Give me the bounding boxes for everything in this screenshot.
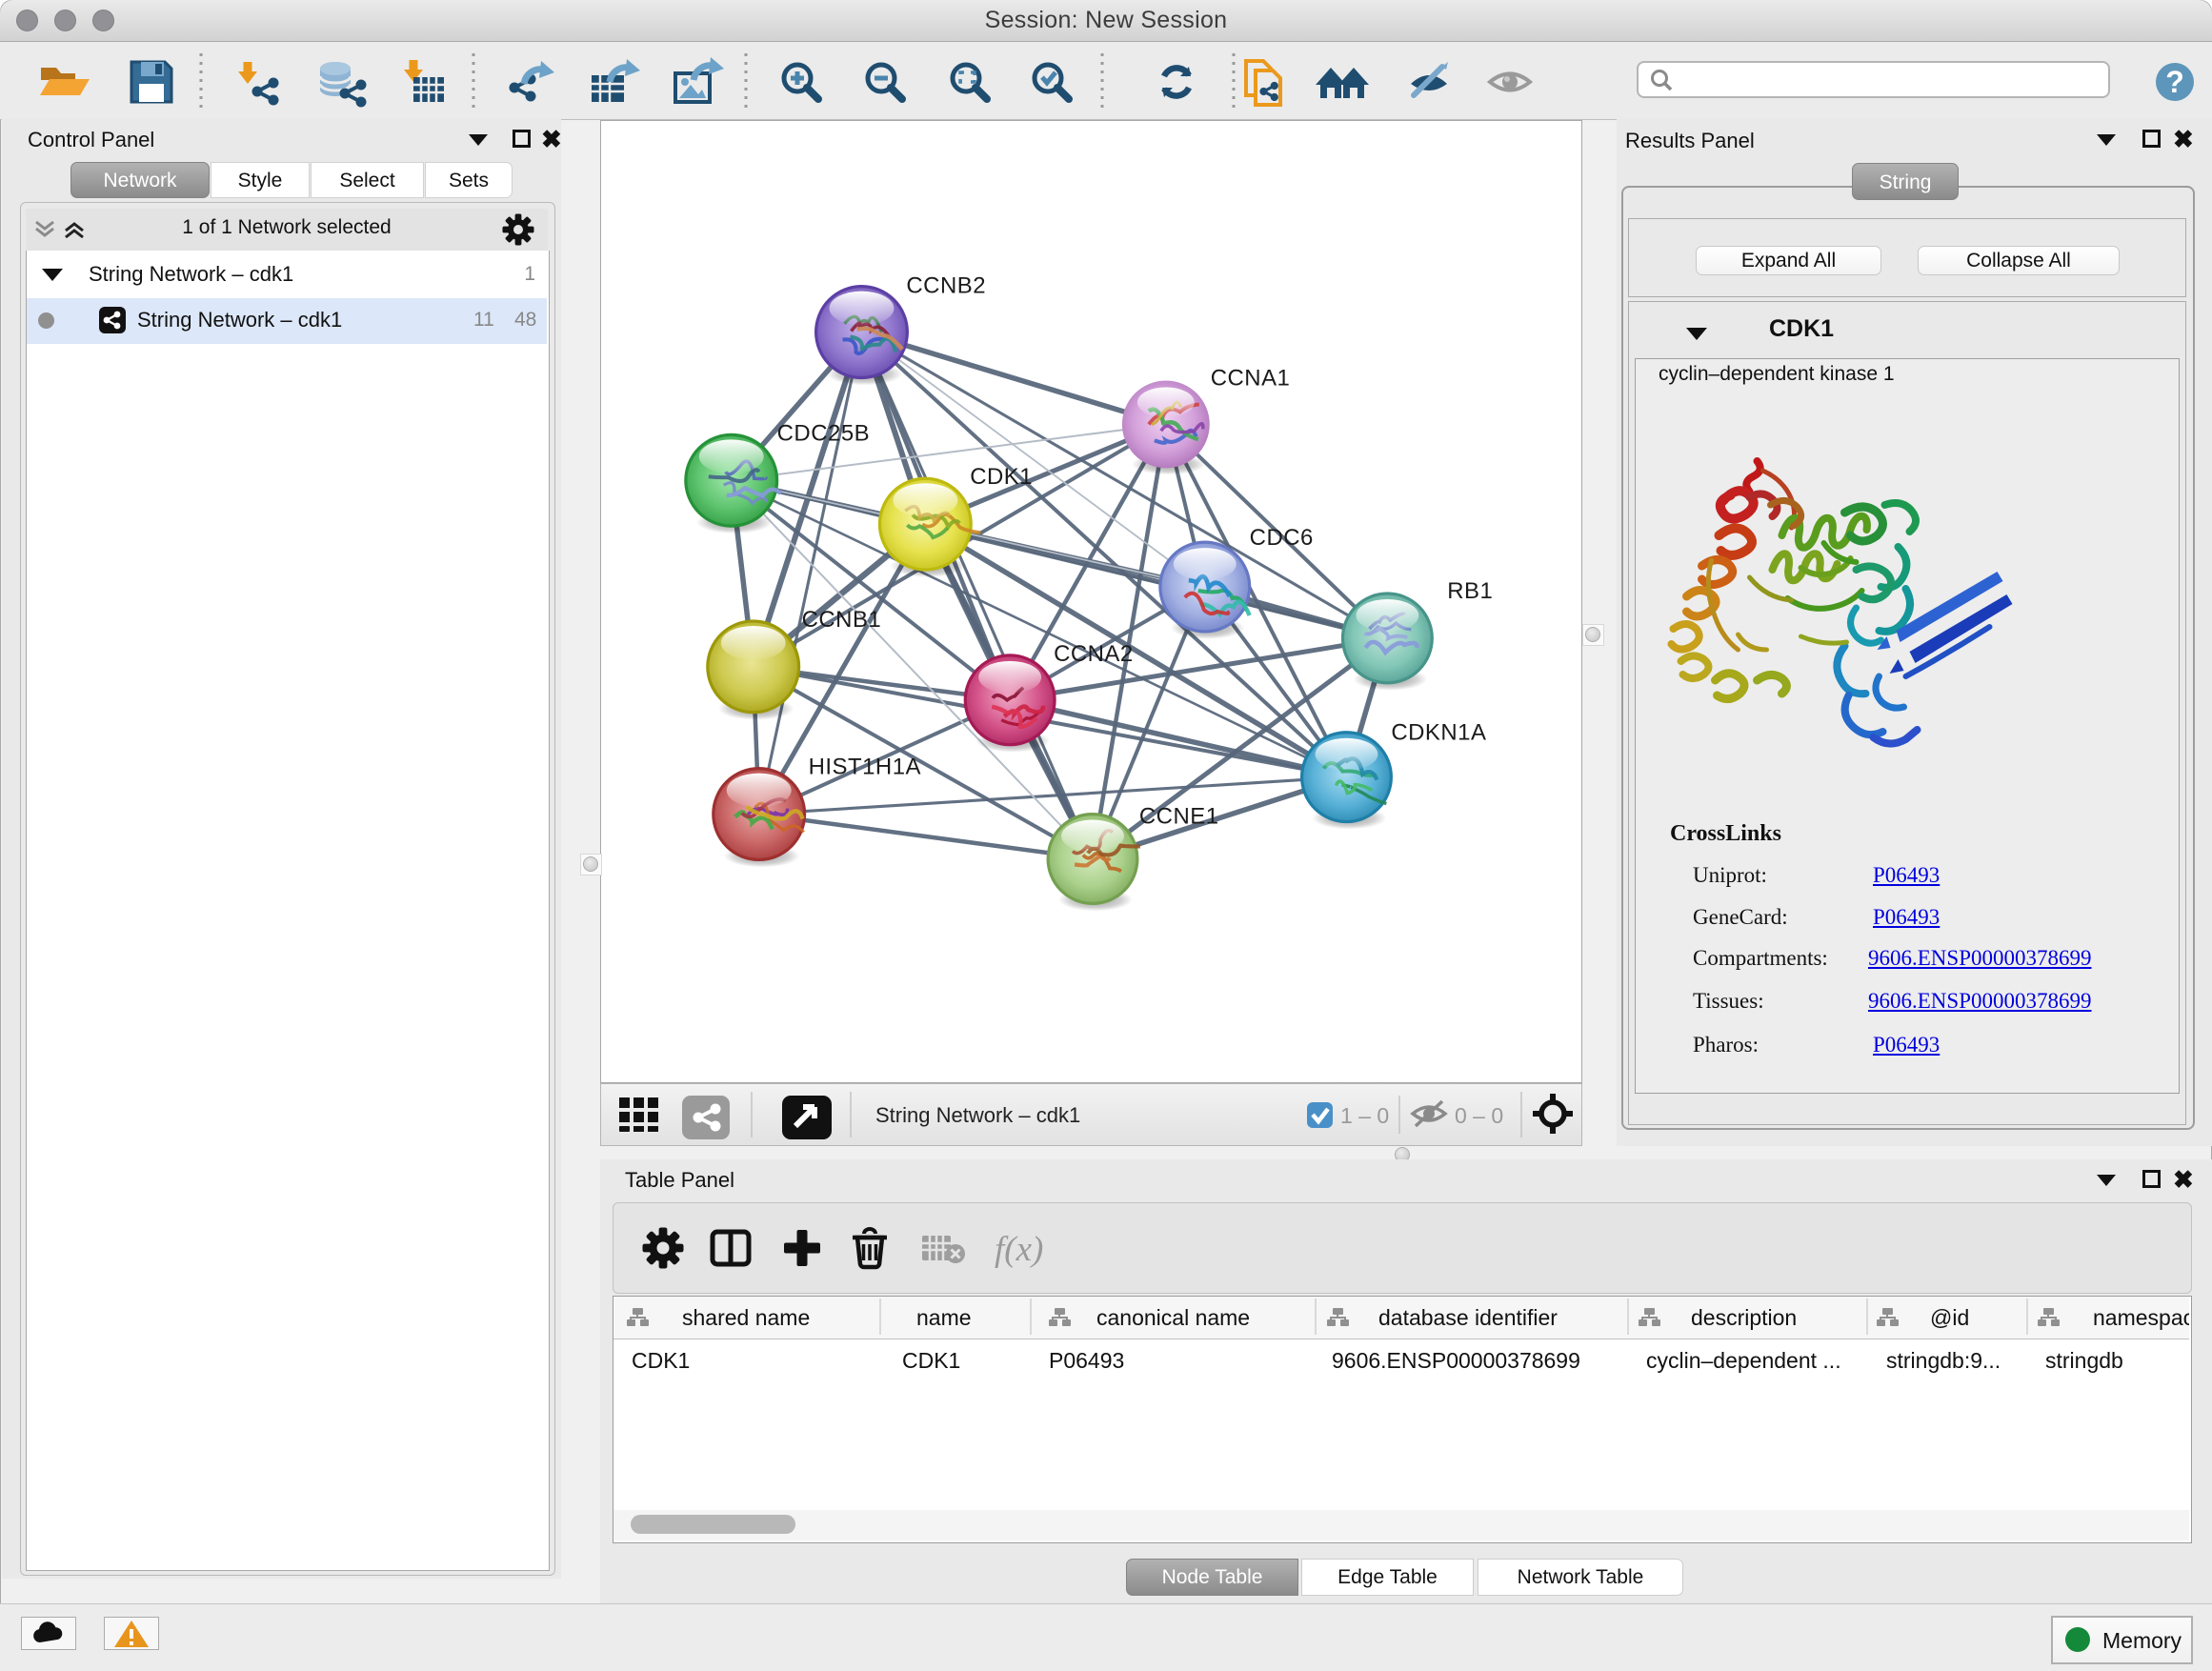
svg-text:canonical name: canonical name — [1096, 1305, 1250, 1330]
svg-text:CCNB1: CCNB1 — [802, 607, 882, 633]
svg-text:String Network – cdk1: String Network – cdk1 — [875, 1103, 1080, 1127]
svg-text:name: name — [916, 1305, 972, 1330]
svg-text:description: description — [1691, 1305, 1797, 1330]
svg-text:CDC25B: CDC25B — [777, 420, 870, 446]
svg-text:shared name: shared name — [682, 1305, 810, 1330]
svg-text:database identifier: database identifier — [1378, 1305, 1558, 1330]
svg-text:?: ? — [2165, 65, 2184, 99]
svg-text:namespace: namespace — [2093, 1305, 2189, 1330]
svg-text:RB1: RB1 — [1447, 578, 1493, 604]
svg-text:CDK1: CDK1 — [970, 464, 1033, 490]
svg-text:HIST1H1A: HIST1H1A — [809, 755, 921, 780]
svg-text:CCNA1: CCNA1 — [1211, 365, 1291, 391]
svg-text:f(x): f(x) — [995, 1230, 1043, 1269]
svg-text:1 – 0: 1 – 0 — [1340, 1103, 1389, 1128]
svg-text:CDKN1A: CDKN1A — [1391, 720, 1486, 746]
svg-text:CCNB2: CCNB2 — [906, 273, 986, 299]
svg-text:CCNA2: CCNA2 — [1054, 641, 1134, 667]
svg-text:CDC6: CDC6 — [1250, 525, 1314, 551]
svg-text:0 – 0: 0 – 0 — [1455, 1103, 1503, 1128]
svg-text:CCNE1: CCNE1 — [1139, 804, 1219, 830]
svg-text:@id: @id — [1930, 1305, 1969, 1330]
